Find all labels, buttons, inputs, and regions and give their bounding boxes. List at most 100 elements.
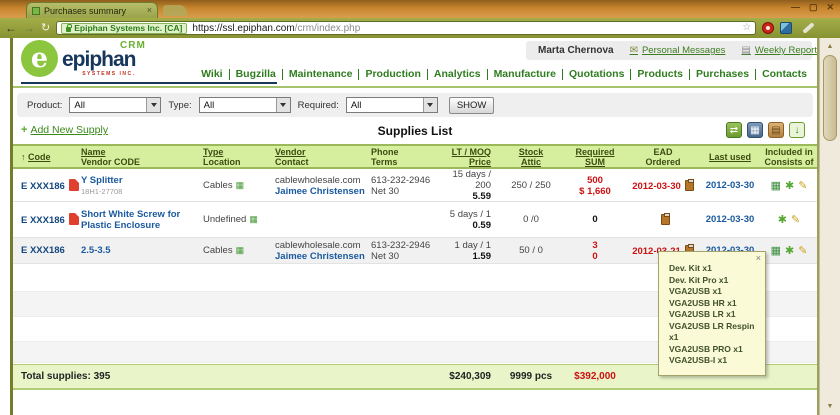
sort-by-price[interactable]: Price — [437, 157, 491, 167]
sort-by-last-used[interactable]: Last used — [699, 152, 761, 162]
forward-button[interactable]: → — [23, 22, 35, 34]
sort-by-attic[interactable]: Attic — [499, 157, 563, 167]
type-grid-icon[interactable]: ▦ — [236, 245, 245, 255]
dropdown-arrow-icon[interactable] — [276, 98, 290, 112]
supply-code: E XXX186 — [21, 215, 65, 226]
nav-purchases[interactable]: Purchases — [690, 69, 756, 80]
last-used-link[interactable]: 2012-03-30 — [706, 214, 755, 225]
scroll-up-arrow[interactable]: ▲ — [820, 39, 840, 54]
total-supplies-label: Total supplies: 395 — [21, 371, 437, 382]
download-icon[interactable]: ↓ — [789, 122, 805, 138]
included-in-icon[interactable]: ▦ — [771, 244, 781, 257]
extension-record-icon[interactable] — [762, 22, 774, 34]
weekly-report-link[interactable]: ▤ Weekly Report — [741, 45, 817, 56]
required-value: 0 — [563, 214, 627, 225]
logo-underline — [21, 82, 277, 84]
supply-name-link[interactable]: 2.5-3.5 — [81, 245, 203, 256]
sort-by-code[interactable]: Code — [28, 152, 51, 162]
tab-close-icon[interactable]: × — [147, 6, 152, 15]
tooltip-item: VGA2USB HR x1 — [669, 298, 757, 310]
sort-by-vendor[interactable]: Vendor — [275, 147, 371, 157]
ead-date: 2012-03-30 — [632, 181, 681, 192]
minimize-button[interactable]: — — [791, 2, 800, 13]
sort-by-required[interactable]: Required — [563, 147, 627, 157]
table-row: E XXX186 Y Splitter 18H1-27708 Cables▦ c… — [13, 169, 817, 202]
logo-brand: epiphan — [62, 48, 136, 71]
sort-by-name[interactable]: Name — [81, 147, 203, 157]
nav-bugzilla[interactable]: Bugzilla — [230, 69, 283, 80]
wrench-menu-icon[interactable] — [803, 22, 815, 34]
nav-production[interactable]: Production — [359, 69, 427, 80]
scrollbar-thumb[interactable] — [823, 55, 837, 141]
browser-tab[interactable]: Purchases summary × — [26, 2, 158, 18]
tooltip-close-icon[interactable]: × — [756, 253, 761, 265]
show-button[interactable]: SHOW — [449, 97, 495, 114]
nav-quotations[interactable]: Quotations — [563, 69, 631, 80]
contact-link[interactable]: Jaimee Christensen — [275, 251, 371, 262]
ordered-clipboard-icon[interactable] — [685, 180, 694, 191]
sort-by-lt-moq[interactable]: LT / MOQ — [437, 147, 491, 157]
type-select[interactable]: All — [199, 97, 291, 113]
required-select-value: All — [351, 100, 362, 111]
nav-contacts[interactable]: Contacts — [756, 69, 813, 80]
nav-maintenance[interactable]: Maintenance — [283, 69, 360, 80]
maximize-button[interactable]: ▢ — [809, 2, 818, 13]
total-sum: $392,000 — [563, 371, 627, 382]
back-button[interactable]: ← — [5, 22, 17, 34]
ev-certificate-badge[interactable]: Epiphan Systems Inc. [CA] — [61, 23, 187, 34]
page-scrollbar[interactable]: ▲ ▼ — [819, 38, 840, 415]
contact-link[interactable]: Jaimee Christensen — [275, 186, 371, 197]
edit-pencil-icon[interactable]: ✎ — [791, 213, 800, 226]
new-tab-button[interactable] — [163, 5, 187, 16]
required-select[interactable]: All — [346, 97, 438, 113]
sort-by-stock[interactable]: Stock — [499, 147, 563, 157]
nav-manufacture[interactable]: Manufacture — [488, 69, 563, 80]
vendor-value: cablewholesale.com — [275, 175, 371, 186]
close-window-button[interactable]: ✕ — [826, 2, 834, 13]
terms-value: Net 30 — [371, 186, 437, 197]
sort-by-type[interactable]: Type — [203, 147, 275, 157]
dropdown-arrow-icon[interactable] — [423, 98, 437, 112]
type-value: Cables — [203, 245, 233, 256]
header-stock: Stock Attic — [499, 147, 563, 167]
consists-of-icon[interactable]: ✱ — [778, 213, 787, 226]
product-select[interactable]: All — [69, 97, 161, 113]
edit-pencil-icon[interactable]: ✎ — [798, 244, 807, 257]
extension-screen-icon[interactable] — [780, 22, 792, 34]
reload-button[interactable]: ↻ — [41, 23, 50, 34]
consists-of-icon[interactable]: ✱ — [785, 179, 794, 192]
url-domain: https://ssl.epiphan.com — [192, 23, 294, 34]
type-grid-icon[interactable]: ▦ — [249, 214, 258, 224]
required-filter-label: Required: — [298, 100, 339, 111]
phone-value: 613-232-2946 — [371, 175, 437, 186]
supply-name-link[interactable]: Y Splitter — [81, 175, 203, 186]
vendor-code: 18H1-27708 — [81, 187, 203, 196]
nav-products[interactable]: Products — [631, 69, 690, 80]
bookmark-star-icon[interactable]: ☆ — [742, 23, 751, 33]
dropdown-arrow-icon[interactable] — [146, 98, 160, 112]
header-required: Required SUM — [563, 147, 627, 167]
scroll-down-arrow[interactable]: ▼ — [820, 399, 840, 414]
last-used-link[interactable]: 2012-03-30 — [706, 180, 755, 191]
included-in-icon[interactable]: ▦ — [771, 179, 781, 192]
address-bar[interactable]: Epiphan Systems Inc. [CA] https://ssl.ep… — [56, 21, 756, 35]
pdf-icon[interactable] — [69, 179, 79, 191]
type-grid-icon[interactable]: ▦ — [236, 180, 245, 190]
supply-name-link[interactable]: Short White Screw for Plastic Enclosure — [81, 209, 203, 231]
calculator-icon[interactable]: ▦ — [747, 122, 763, 138]
ordered-clipboard-icon[interactable] — [661, 214, 670, 225]
pdf-icon[interactable] — [69, 213, 79, 225]
user-name: Marta Chernova — [538, 45, 614, 56]
phone-value: 613-232-2946 — [371, 240, 437, 251]
packages-icon[interactable]: ▤ — [768, 122, 784, 138]
supply-code: E XXX186 — [21, 245, 65, 256]
table-row: E XXX186 Short White Screw for Plastic E… — [13, 202, 817, 238]
nav-analytics[interactable]: Analytics — [428, 69, 488, 80]
edit-pencil-icon[interactable]: ✎ — [798, 179, 807, 192]
sort-by-sum[interactable]: SUM — [563, 157, 627, 167]
consists-of-icon[interactable]: ✱ — [785, 244, 794, 257]
vendor-value: cablewholesale.com — [275, 240, 371, 251]
transfer-icon[interactable]: ⇄ — [726, 122, 742, 138]
personal-messages-link[interactable]: ✉ Personal Messages — [630, 45, 726, 56]
nav-wiki[interactable]: Wiki — [195, 69, 230, 80]
